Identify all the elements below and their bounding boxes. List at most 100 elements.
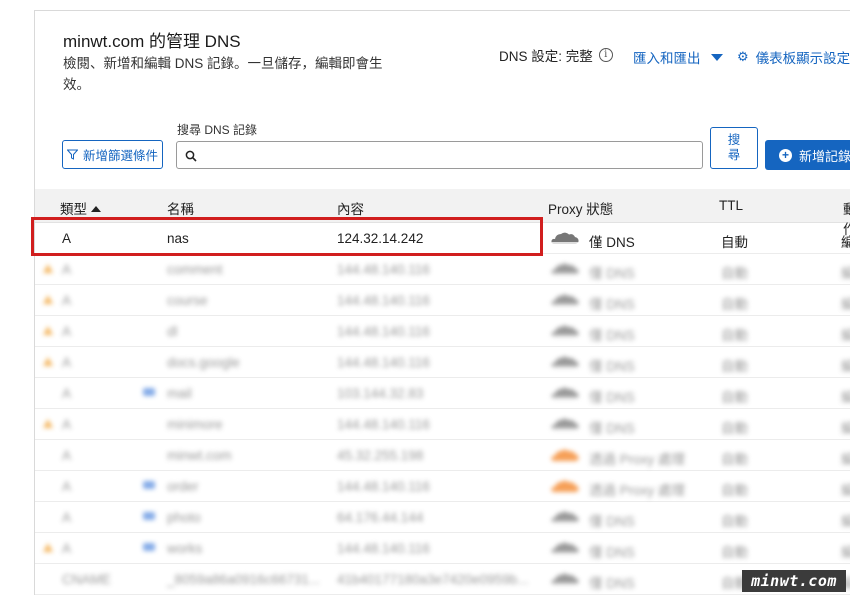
table-row[interactable]: Aphoto 64.176.44.144 僅 DNS 自動 編輯 [35, 502, 850, 533]
dns-setting-label: DNS 設定: 完整 [499, 49, 593, 64]
record-type: A [62, 510, 72, 525]
warning-icon [43, 419, 53, 428]
record-name: minwt.com [167, 448, 232, 463]
edit-link[interactable]: 編輯 [841, 541, 850, 561]
table-row[interactable]: Aworks 144.48.140.116 僅 DNS 自動 編輯 [35, 533, 850, 564]
record-type: A [62, 324, 72, 339]
column-name[interactable]: 名稱 [167, 198, 194, 218]
table-row[interactable]: Acourse 144.48.140.116 僅 DNS 自動 編輯 [35, 285, 850, 316]
gear-icon: ⚙ [737, 49, 749, 64]
add-filter-button[interactable]: 新增篩選條件 [62, 140, 163, 169]
table-row[interactable]: CNAME _8059a86a0916c66731... 41b40177180a3… [35, 564, 850, 595]
comment-icon [143, 388, 155, 396]
add-filter-label: 新增篩選條件 [82, 149, 158, 163]
record-name: course [167, 293, 208, 308]
record-type: CNAME [62, 572, 111, 587]
table-row[interactable]: Acomment 144.48.140.116 僅 DNS 自動 編輯 [35, 254, 850, 285]
table-row[interactable]: Amail 103.144.32.83 僅 DNS 自動 編輯 [35, 378, 850, 409]
proxy-status: 僅 DNS [589, 235, 635, 250]
edit-link[interactable]: 編輯 [841, 262, 850, 282]
record-type: A [62, 293, 72, 308]
cloud-icon [550, 511, 579, 523]
record-content: 41b40177180a3e7420e0959b... [337, 572, 529, 587]
record-ttl: 自動 [721, 421, 748, 436]
dashboard-display-settings-link[interactable]: ⚙ 儀表板顯示設定 [737, 47, 850, 67]
record-content: 45.32.255.198 [337, 448, 424, 463]
column-ttl[interactable]: TTL [719, 198, 743, 213]
column-proxy-status[interactable]: Proxy 狀態 [548, 198, 613, 218]
edit-link[interactable]: 編輯 [841, 386, 850, 406]
cloud-icon [550, 294, 579, 306]
add-record-label: 新增記錄 [799, 148, 850, 164]
plus-circle-icon: + [779, 148, 792, 162]
proxy-status: 透過 Proxy 處理 [589, 483, 686, 498]
edit-link[interactable]: 編輯 [841, 510, 850, 530]
page-description: 檢閱、新增和編輯 DNS 記錄。一旦儲存，編輯即會生效。 [63, 56, 383, 92]
cloud-icon [550, 325, 579, 337]
record-content: 144.48.140.116 [337, 355, 430, 370]
record-ttl: 自動 [721, 359, 748, 374]
table-row[interactable]: Adl 144.48.140.116 僅 DNS 自動 編輯 [35, 316, 850, 347]
record-name: _8059a86a0916c66731... [167, 572, 321, 587]
import-export-dropdown[interactable]: 匯入和匯出 [633, 47, 723, 67]
record-type: A [62, 541, 72, 556]
record-content: 144.48.140.116 [337, 324, 430, 339]
cloud-icon [550, 356, 579, 368]
cloud-icon [550, 542, 579, 554]
edit-link[interactable]: 編輯 [841, 448, 850, 468]
proxy-status: 僅 DNS [589, 576, 635, 591]
sort-ascending-icon [91, 206, 101, 212]
record-content: 64.176.44.144 [337, 510, 424, 525]
warning-icon [43, 264, 53, 273]
record-ttl: 自動 [721, 390, 748, 405]
comment-icon [143, 481, 155, 489]
record-type: A [62, 386, 72, 401]
record-type: A [62, 417, 72, 432]
edit-link[interactable]: 編輯 [841, 293, 850, 313]
page-title: minwt.com 的管理 DNS [63, 32, 241, 51]
dashboard-display-label: 儀表板顯示設定 [755, 51, 850, 66]
record-ttl: 自動 [721, 514, 748, 529]
edit-link[interactable]: 編輯 [841, 355, 850, 375]
search-button[interactable]: 搜尋 [710, 127, 758, 169]
comment-icon [143, 512, 155, 520]
warning-icon [43, 357, 53, 366]
column-type[interactable]: 類型 [60, 198, 101, 218]
table-row[interactable]: Adocs.google 144.48.140.116 僅 DNS 自動 編輯 [35, 347, 850, 378]
dns-setting-status: DNS 設定: 完整 i [499, 45, 613, 65]
search-label: 搜尋 DNS 記錄 [177, 123, 258, 137]
edit-link[interactable]: 編輯 [841, 231, 850, 251]
highlight-box [31, 217, 543, 256]
add-record-button[interactable]: + 新增記錄 [765, 140, 850, 170]
table-row[interactable]: Aminwt.com 45.32.255.198 透過 Proxy 處理 自動 編輯 [35, 440, 850, 471]
cloud-icon [550, 263, 579, 275]
record-ttl: 自動 [721, 328, 748, 343]
watermark: minwt.com [742, 570, 846, 592]
info-icon[interactable]: i [598, 48, 613, 62]
record-ttl: 自動 [721, 452, 748, 467]
record-name: minimore [167, 417, 223, 432]
record-name: order [167, 479, 199, 494]
edit-link[interactable]: 編輯 [841, 479, 850, 499]
record-ttl: 自動 [721, 483, 748, 498]
filter-icon [66, 149, 78, 160]
record-ttl: 自動 [721, 545, 748, 560]
record-content: 144.48.140.116 [337, 479, 430, 494]
record-name: docs.google [167, 355, 240, 370]
table-row[interactable]: Aminimore 144.48.140.116 僅 DNS 自動 編輯 [35, 409, 850, 440]
column-content[interactable]: 內容 [337, 198, 364, 218]
proxy-status: 透過 Proxy 處理 [589, 452, 686, 467]
cloud-icon [550, 418, 579, 430]
search-input[interactable] [203, 146, 693, 164]
proxy-status: 僅 DNS [589, 328, 635, 343]
dns-panel: minwt.com 的管理 DNS 檢閱、新增和編輯 DNS 記錄。一旦儲存，編… [34, 10, 850, 595]
table-row[interactable]: Aorder 144.48.140.116 透過 Proxy 處理 自動 編輯 [35, 471, 850, 502]
record-name: dl [167, 324, 178, 339]
warning-icon [43, 295, 53, 304]
search-field[interactable] [176, 141, 703, 169]
record-type: A [62, 262, 72, 277]
comment-icon [143, 543, 155, 551]
warning-icon [43, 543, 53, 552]
edit-link[interactable]: 編輯 [841, 417, 850, 437]
edit-link[interactable]: 編輯 [841, 324, 850, 344]
